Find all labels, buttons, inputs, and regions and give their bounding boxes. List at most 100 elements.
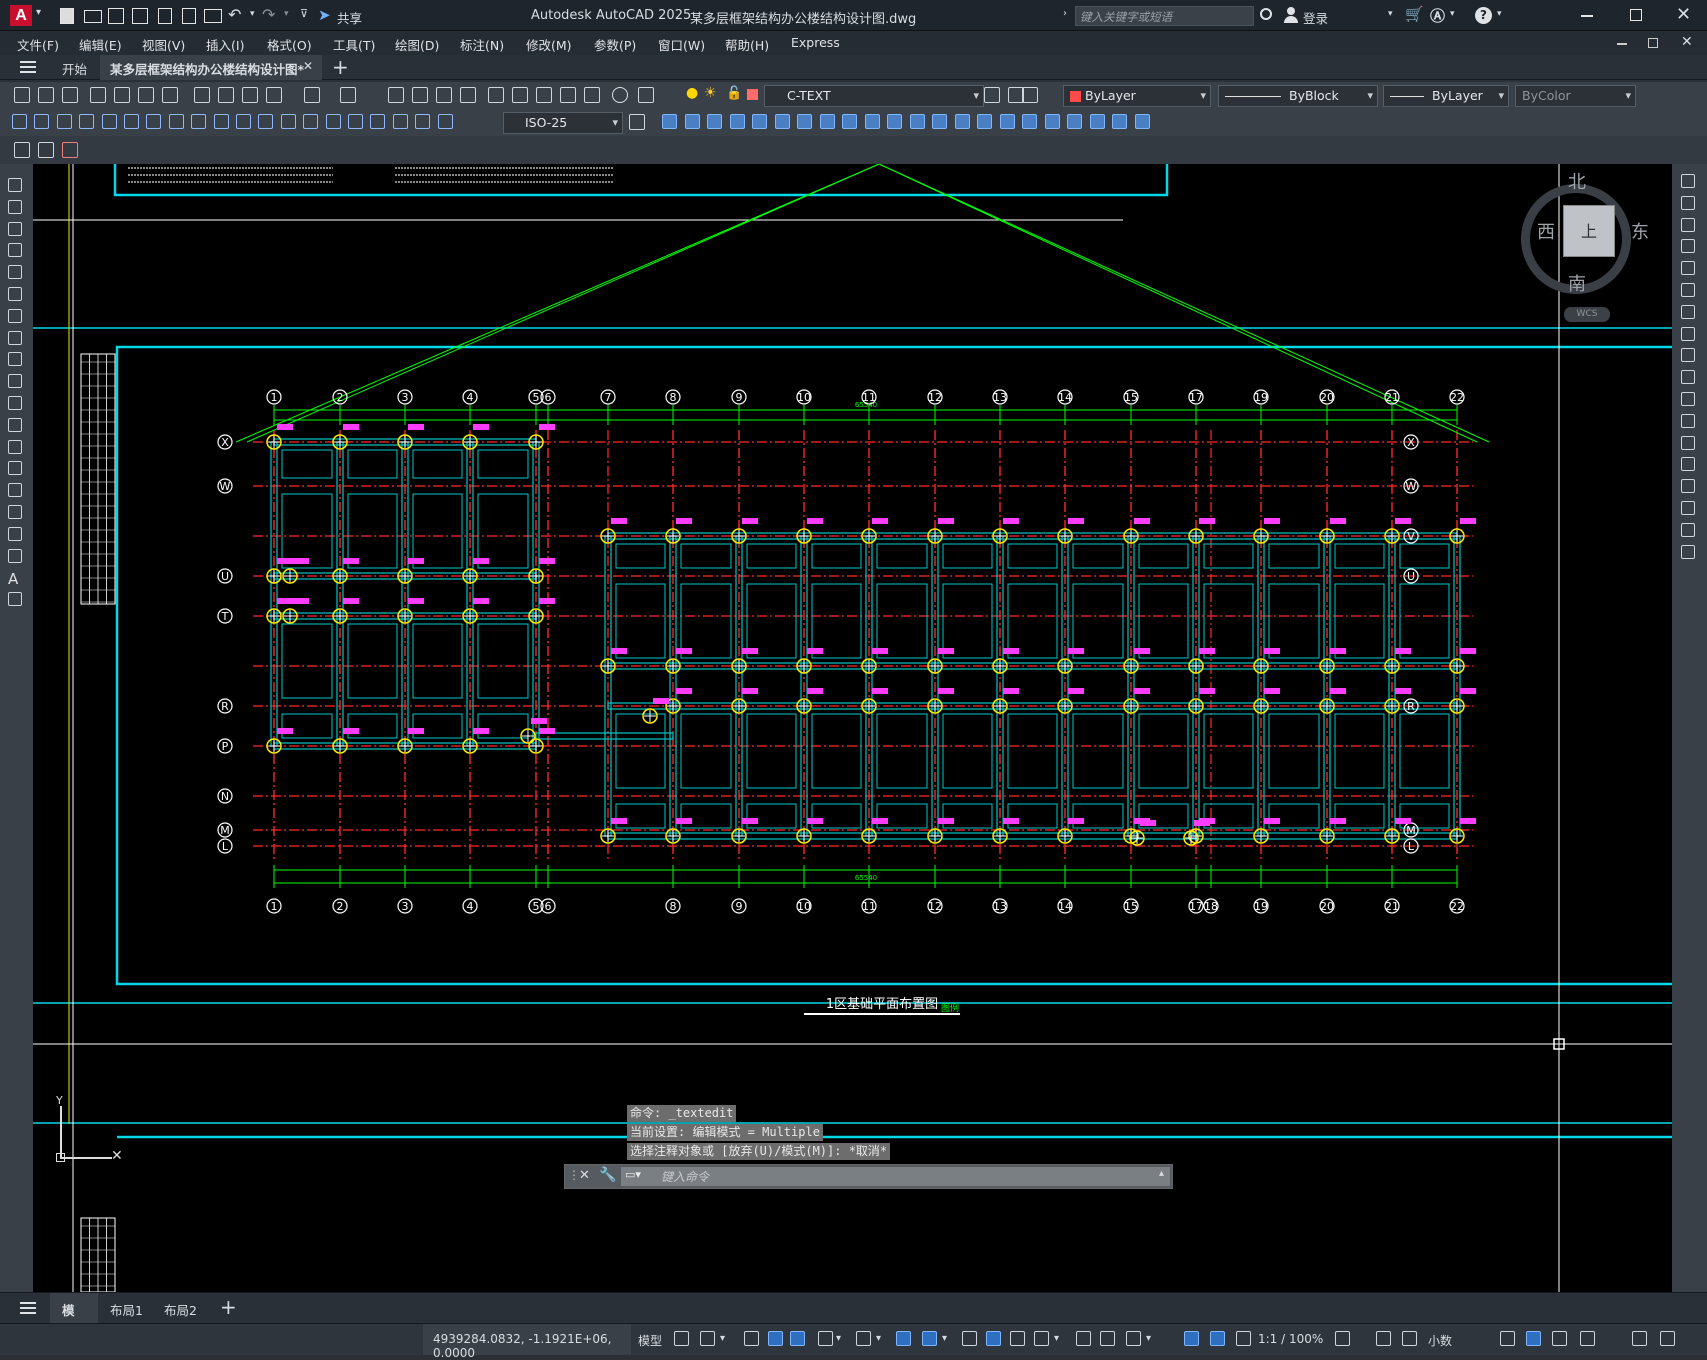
sheet-set-icon[interactable] (560, 87, 576, 103)
zoom-realtime-icon[interactable] (412, 87, 428, 103)
auto-scale-icon[interactable] (1210, 1331, 1225, 1346)
presspull-icon[interactable] (977, 114, 992, 129)
osnap-icon[interactable] (922, 1331, 937, 1346)
annotation-scale[interactable]: 1:1 / 100% (1258, 1332, 1323, 1346)
cut-icon[interactable] (194, 87, 210, 103)
account-dropdown-icon[interactable]: ▾ (1450, 9, 1455, 19)
layer-bulb-icon[interactable]: ● (686, 85, 698, 101)
menu-help[interactable]: 帮助(H) (725, 35, 769, 54)
command-customize-icon[interactable]: 🔧 (599, 1167, 616, 1183)
infer-constraints-icon[interactable] (744, 1331, 759, 1346)
extrude-icon[interactable] (819, 114, 835, 129)
polygon-icon[interactable] (8, 243, 22, 258)
polar-dropdown-icon[interactable]: ▾ (836, 1333, 844, 1351)
search-input[interactable]: 键入关键字或短语 (1075, 6, 1254, 26)
menu-insert[interactable]: 插入(I) (206, 35, 244, 54)
annotation-scale-icon[interactable] (1236, 1331, 1251, 1346)
minimize-window-button[interactable] (1581, 15, 1593, 17)
3d-osnap-icon[interactable] (1034, 1331, 1049, 1346)
publish-icon[interactable] (138, 87, 154, 103)
menu-parametric[interactable]: 参数(P) (594, 35, 636, 54)
coordinates-readout[interactable]: 4939284.0832, -1.1921E+06, 0.0000 (423, 1324, 631, 1360)
selection-cycling-icon[interactable] (1010, 1331, 1025, 1346)
point-icon[interactable] (8, 461, 22, 476)
rotate-icon[interactable] (1681, 304, 1695, 319)
search-expand-icon[interactable]: › (1063, 8, 1067, 19)
match-prop-icon[interactable] (266, 87, 282, 103)
imprint-icon[interactable] (1134, 114, 1150, 129)
copy-icon[interactable] (218, 87, 234, 103)
customize-icon[interactable] (1632, 1331, 1647, 1346)
open-icon[interactable] (38, 87, 54, 103)
login-button[interactable]: 登录 (1303, 8, 1328, 27)
arc-icon[interactable] (8, 287, 22, 301)
hatch-icon[interactable] (8, 483, 22, 498)
dynamic-ucs-icon[interactable] (1076, 1331, 1091, 1346)
layer-properties-icon[interactable] (638, 87, 654, 103)
viewcube-north[interactable]: 北 (1568, 168, 1586, 194)
scale-icon[interactable] (1681, 326, 1695, 341)
intersect-icon[interactable] (954, 114, 970, 129)
autodesk-account-icon[interactable]: Ⓐ (1430, 5, 1445, 26)
zoom-window-icon[interactable] (436, 87, 452, 103)
isodraft-dropdown-icon[interactable]: ▾ (876, 1333, 884, 1351)
line-icon[interactable] (8, 178, 22, 192)
make-block-icon[interactable] (8, 439, 22, 454)
menu-format[interactable]: 格式(O) (267, 35, 312, 54)
break-icon[interactable] (1681, 435, 1695, 450)
join-icon[interactable] (1681, 457, 1695, 472)
center-mark-icon[interactable] (325, 114, 341, 129)
revision-cloud-icon[interactable] (8, 330, 22, 345)
drawing-canvas[interactable]: 65540 65540 1 2 3 4 5 6 7 8 9 10 11 12 13 14 15 17 19 20 21… (33, 164, 1672, 1292)
quick-properties-icon[interactable] (1402, 1331, 1417, 1346)
ellipse-icon[interactable] (8, 374, 22, 389)
radius-dim-icon[interactable] (101, 114, 117, 129)
units-dropdown[interactable]: 小数 (1428, 1332, 1452, 1349)
plotstyle-combo[interactable]: ByColor ▾ (1515, 85, 1636, 107)
tolerance-icon[interactable] (303, 114, 319, 129)
subtract-icon[interactable] (932, 114, 947, 129)
menu-express[interactable]: Express (791, 35, 840, 50)
angular-dim-icon[interactable] (168, 114, 184, 129)
torus-icon[interactable] (797, 114, 812, 129)
trim-icon[interactable] (1681, 370, 1695, 385)
regen-icon[interactable] (38, 142, 54, 158)
doc-restore-button[interactable] (1648, 38, 1658, 48)
snap-icon[interactable] (700, 1331, 715, 1346)
shell-icon[interactable] (1089, 114, 1105, 129)
model-space-button[interactable]: 模型 (638, 1332, 662, 1349)
qnew-icon[interactable] (14, 87, 30, 103)
plot-preview-icon[interactable] (114, 87, 130, 103)
doc-minimize-button[interactable] (1617, 43, 1627, 45)
selection-filter-icon[interactable] (1100, 1331, 1115, 1346)
annotation-visibility-icon[interactable] (1184, 1331, 1199, 1346)
doc-close-button[interactable]: ✕ (1681, 34, 1693, 50)
menu-file[interactable]: 文件(F) (17, 35, 59, 54)
cone-icon[interactable] (707, 114, 722, 129)
grid-icon[interactable] (674, 1331, 689, 1346)
3d-print-icon[interactable] (162, 87, 178, 103)
layer-lock-icon[interactable]: 🔓 (726, 86, 742, 101)
update-field-icon[interactable] (14, 142, 30, 158)
viewcube-top-face[interactable]: 上 (1563, 205, 1615, 257)
transparency-icon[interactable] (986, 1331, 1001, 1346)
login-dropdown-icon[interactable]: ▾ (1388, 9, 1393, 19)
layer-previous-icon[interactable] (62, 142, 78, 158)
jogged-dim-icon[interactable] (124, 114, 139, 129)
share-icon[interactable]: ➤ (318, 6, 331, 24)
menu-draw[interactable]: 绘图(D) (395, 35, 439, 54)
box-icon[interactable] (662, 114, 677, 129)
autocad-logo-icon[interactable]: A (10, 5, 32, 26)
explode-icon[interactable] (1681, 544, 1695, 559)
pyramid-icon[interactable] (752, 114, 767, 129)
tool-palettes-icon[interactable] (536, 87, 552, 103)
undo-icon[interactable] (304, 87, 320, 103)
dim-text-edit-icon[interactable] (415, 114, 431, 129)
app-menu-chevron-icon[interactable]: ▾ (36, 7, 41, 18)
undo-icon[interactable]: ↶ (228, 5, 241, 24)
layer-combo[interactable]: C-TEXT ▾ (764, 85, 984, 107)
loft-icon[interactable] (887, 114, 902, 129)
sphere-icon[interactable] (729, 114, 745, 129)
rectangle-icon[interactable] (8, 265, 22, 280)
save-icon[interactable] (62, 87, 78, 103)
